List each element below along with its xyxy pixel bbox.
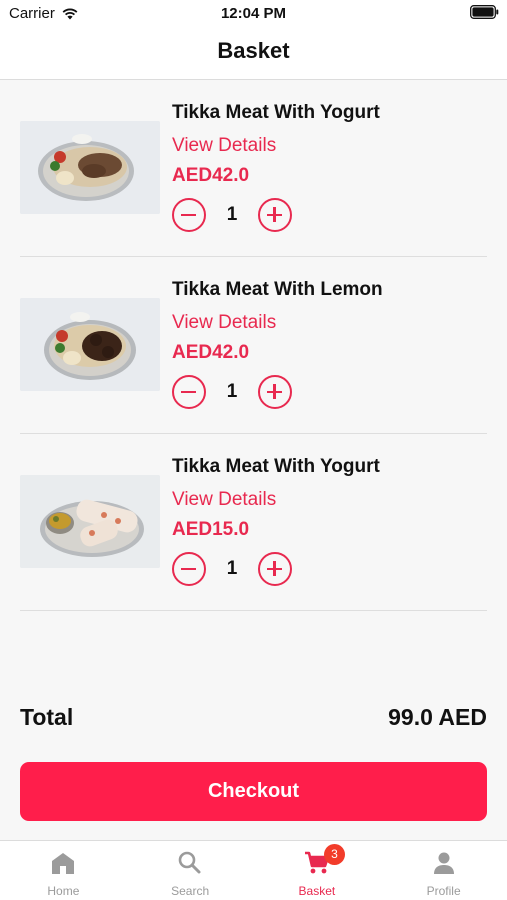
total-row: Total 99.0 AED: [20, 704, 487, 734]
product-image: [20, 121, 160, 214]
product-image: [20, 298, 160, 391]
product-name: Tikka Meat With Yogurt: [172, 456, 380, 477]
product-name: Tikka Meat With Lemon: [172, 279, 383, 300]
tab-bar: Home Search Basket Profile: [0, 840, 507, 900]
home-icon: [52, 853, 75, 874]
battery-icon: [470, 5, 499, 19]
nav-bar: Basket: [0, 28, 507, 80]
product-price: AED42.0: [172, 165, 250, 186]
basket-list: Tikka Meat With Yogurt View Details AED4…: [0, 80, 507, 611]
food-plate-image: [20, 298, 160, 391]
increase-quantity-button[interactable]: [258, 375, 292, 409]
quantity-value: 1: [226, 558, 238, 579]
view-details-link[interactable]: View Details: [172, 135, 276, 157]
basket-count-badge: 3: [324, 844, 345, 865]
increase-quantity-button[interactable]: [258, 552, 292, 586]
decrease-quantity-button[interactable]: [172, 198, 206, 232]
quantity-stepper: 1: [172, 375, 297, 409]
tab-label: Basket: [298, 884, 336, 898]
product-name: Tikka Meat With Yogurt: [172, 102, 380, 123]
tab-label: Home: [47, 884, 80, 898]
tab-home[interactable]: Home: [0, 841, 127, 900]
status-bar: Carrier 12:04 PM: [0, 0, 507, 28]
tab-label: Search: [171, 884, 210, 898]
tab-search[interactable]: Search: [127, 841, 254, 900]
basket-item: Tikka Meat With Lemon View Details AED42…: [20, 257, 487, 434]
increase-quantity-button[interactable]: [258, 198, 292, 232]
product-image: [20, 475, 160, 568]
product-price: AED15.0: [172, 519, 250, 540]
quantity-stepper: 1: [172, 552, 297, 586]
total-label: Total: [20, 704, 74, 730]
page-title: Basket: [217, 38, 290, 63]
wrap-plate-image: [20, 475, 160, 568]
decrease-quantity-button[interactable]: [172, 375, 206, 409]
view-details-link[interactable]: View Details: [172, 489, 276, 511]
checkout-button[interactable]: Checkout: [20, 762, 487, 821]
quantity-value: 1: [226, 381, 238, 402]
total-amount: 99.0 AED: [388, 704, 487, 730]
basket-item: Tikka Meat With Yogurt View Details AED4…: [20, 80, 487, 257]
quantity-value: 1: [226, 204, 238, 225]
food-plate-image: [20, 121, 160, 214]
product-price: AED42.0: [172, 342, 250, 363]
tab-profile[interactable]: Profile: [380, 841, 507, 900]
search-icon: [178, 851, 201, 874]
person-icon: [433, 852, 454, 874]
quantity-stepper: 1: [172, 198, 297, 232]
tab-basket[interactable]: Basket: [254, 841, 381, 900]
decrease-quantity-button[interactable]: [172, 552, 206, 586]
tab-label: Profile: [426, 884, 461, 898]
basket-item: Tikka Meat With Yogurt View Details AED1…: [20, 434, 487, 611]
status-time: 12:04 PM: [220, 5, 287, 22]
view-details-link[interactable]: View Details: [172, 312, 276, 334]
